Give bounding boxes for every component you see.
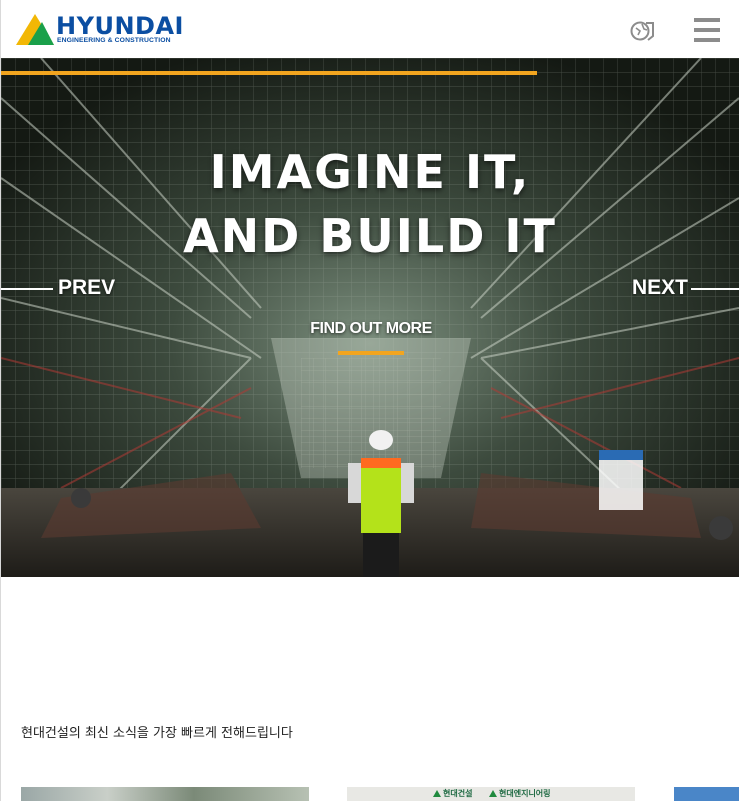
- banner-label: 현대건설: [443, 789, 473, 798]
- news-card[interactable]: [21, 787, 309, 801]
- find-out-more-underline: [338, 351, 404, 355]
- hamburger-menu-icon[interactable]: [694, 18, 720, 44]
- globe-icon[interactable]: [629, 18, 657, 44]
- hero-slider: IMAGINE IT, AND BUILD IT PREV NEXT FIND …: [1, 58, 739, 577]
- logo-subtitle: ENGINEERING & CONSTRUCTION: [57, 37, 171, 44]
- next-line: [691, 288, 739, 290]
- find-out-more-button[interactable]: FIND OUT MORE: [301, 320, 441, 338]
- news-card-banner: 현대건설 현대엔지니어링: [347, 787, 635, 801]
- triangle-icon: [433, 790, 441, 797]
- next-label: NEXT: [632, 276, 689, 299]
- news-caption: 현대건설의 최신 소식을 가장 빠르게 전해드립니다: [21, 726, 293, 741]
- hyundai-triangle-logo-icon: [16, 14, 54, 45]
- site-header: HYUNDAI ENGINEERING & CONSTRUCTION: [1, 0, 739, 58]
- prev-line: [1, 288, 53, 290]
- logo-wordmark: HYUNDAI: [56, 12, 184, 40]
- banner-label: 현대엔지니어링: [499, 789, 551, 798]
- hero-title-line-2: AND BUILD IT: [183, 209, 557, 263]
- hero-background-image: [1, 58, 739, 577]
- hero-title: IMAGINE IT, AND BUILD IT: [1, 140, 739, 268]
- news-card[interactable]: 현대건설 현대엔지니어링: [347, 787, 635, 801]
- triangle-icon: [489, 790, 497, 797]
- hero-accent-bar: [1, 71, 537, 75]
- next-button[interactable]: NEXT: [631, 276, 739, 306]
- prev-label: PREV: [58, 276, 116, 299]
- news-card[interactable]: [674, 787, 739, 801]
- hyundai-logo[interactable]: HYUNDAI ENGINEERING & CONSTRUCTION: [16, 13, 186, 47]
- hero-title-line-1: IMAGINE IT,: [209, 145, 531, 199]
